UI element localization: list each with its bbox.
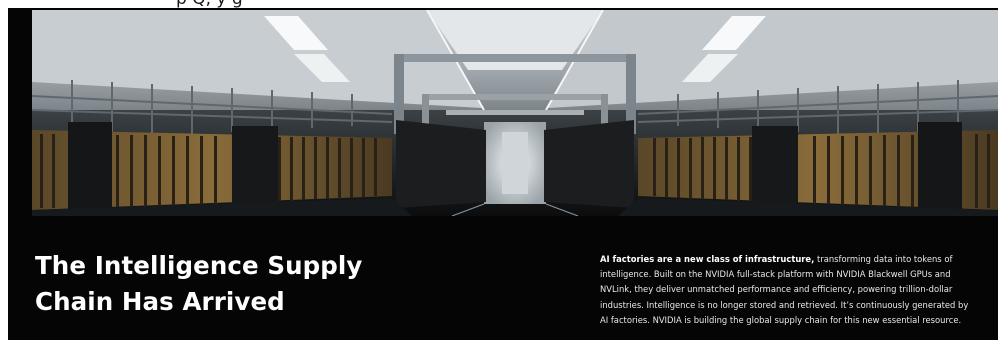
description-line-4: industries. Intelligence is no longer st… xyxy=(600,299,969,310)
ai-factory-section: The Intelligence Supply Chain Has Arrive… xyxy=(8,8,998,340)
description-line-2: intelligence. Built on the NVIDIA full-s… xyxy=(600,269,951,280)
left-page-margin xyxy=(0,8,8,340)
headline-line-2: Chain Has Arrived xyxy=(35,287,285,316)
description-line-3: NVLink, they deliver unmatched performan… xyxy=(600,284,953,295)
section-headline: The Intelligence Supply Chain Has Arrive… xyxy=(35,248,362,320)
datacenter-illustration xyxy=(32,10,998,216)
hero-image xyxy=(32,10,998,216)
top-partial-text-strip: p Q, y g xyxy=(0,0,998,8)
description-line-5: AI factories. NVIDIA is building the glo… xyxy=(600,314,962,325)
description-line-1-rest: transforming data into tokens of xyxy=(814,254,953,264)
cropped-heading-text: p Q, y g xyxy=(176,0,243,8)
section-description: AI factories are a new class of infrastr… xyxy=(600,252,998,328)
headline-line-1: The Intelligence Supply xyxy=(35,251,363,280)
description-line-1: AI factories are a new class of infrastr… xyxy=(600,252,998,267)
description-lead: AI factories are a new class of infrastr… xyxy=(600,254,815,264)
